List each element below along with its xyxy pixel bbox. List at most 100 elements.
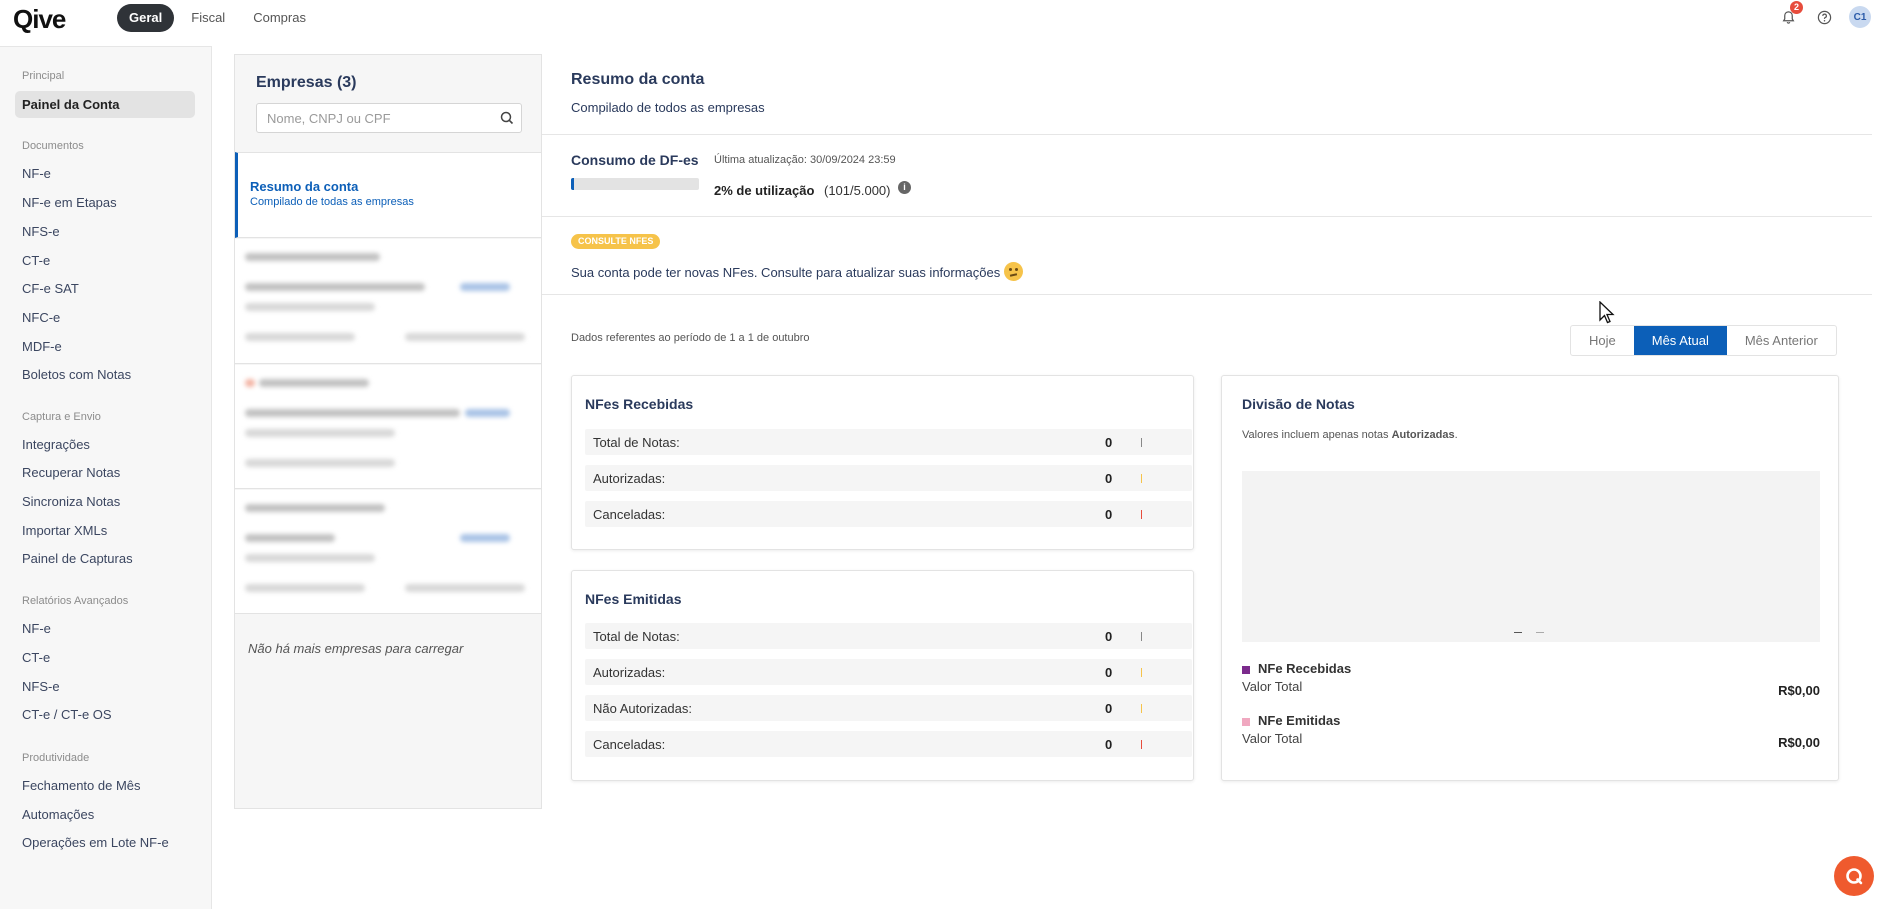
emitted-card: NFes Emitidas Total de Notas: 0 Autoriza… (571, 570, 1194, 781)
row-indicator (1141, 740, 1142, 749)
sidebar-item-rel-nfse[interactable]: NFS-e (15, 673, 195, 700)
sidebar-item-recuperar-notas[interactable]: Recuperar Notas (15, 459, 195, 486)
tab-fiscal[interactable]: Fiscal (180, 4, 236, 32)
company-item-title: Resumo da conta (250, 179, 359, 194)
divider (542, 134, 1872, 135)
sidebar-item-fechamento-mes[interactable]: Fechamento de Mês (15, 772, 195, 799)
chat-button[interactable] (1834, 856, 1874, 896)
sidebar-section-title: Principal (22, 70, 65, 82)
legend-value-received: R$0,00 (1778, 683, 1820, 698)
sidebar-item-integracoes[interactable]: Integrações (15, 431, 195, 458)
usage-count: (101/5.000) (824, 183, 891, 198)
sidebar-item-cte[interactable]: CT-e (15, 247, 195, 274)
sidebar-section-title: Captura e Envio (22, 411, 101, 423)
bell-icon[interactable]: 2 (1777, 1, 1803, 28)
chart-dash (1514, 632, 1522, 633)
consult-nfes-tag[interactable]: CONSULTE NFES (571, 234, 661, 249)
notification-badge: 2 (1790, 1, 1803, 14)
division-subtitle-bold: Autorizadas (1391, 429, 1455, 441)
row-value: 0 (1105, 665, 1113, 680)
emitted-row-authorized: Autorizadas: 0 (585, 659, 1192, 685)
usage-progress-bar (571, 178, 699, 190)
consult-message-text: Sua conta pode ter novas NFes. Consulte … (571, 265, 1001, 280)
period-tab-mes-anterior[interactable]: Mês Anterior (1727, 326, 1836, 355)
top-tabs: Geral Fiscal Compras (117, 4, 317, 32)
legend-value-emitted: R$0,00 (1778, 735, 1820, 750)
sidebar-item-painel-capturas[interactable]: Painel de Capturas (15, 545, 195, 572)
received-row-canceled: Canceladas: 0 (585, 501, 1192, 527)
legend-name-emitted: NFe Emitidas (1258, 713, 1341, 728)
sidebar-item-automacoes[interactable]: Automações (15, 801, 195, 828)
tab-geral[interactable]: Geral (117, 4, 175, 32)
received-card: NFes Recebidas Total de Notas: 0 Autoriz… (571, 375, 1194, 550)
page-subtitle: Compilado de todos as empresas (571, 100, 765, 115)
user-avatar[interactable]: C1 (1849, 6, 1871, 28)
sidebar-item-rel-cte-os[interactable]: CT-e / CT-e OS (15, 701, 195, 728)
company-item-blurred[interactable] (235, 490, 541, 614)
received-title: NFes Recebidas (585, 396, 694, 412)
row-indicator (1141, 668, 1142, 677)
row-value: 0 (1105, 701, 1113, 716)
sidebar-item-cfe-sat[interactable]: CF-e SAT (15, 275, 195, 302)
sidebar-section-title: Produtividade (22, 752, 90, 764)
company-item-subtitle: Compilado de todas as empresas (250, 196, 414, 208)
legend-swatch-received (1242, 666, 1250, 674)
sidebar-item-rel-cte[interactable]: CT-e (15, 644, 195, 671)
row-label: Canceladas: (593, 507, 666, 522)
sidebar-item-nfse[interactable]: NFS-e (15, 218, 195, 245)
sidebar-item-mdfe[interactable]: MDF-e (15, 333, 195, 360)
period-tab-hoje[interactable]: Hoje (1571, 326, 1634, 355)
sidebar-item-importar-xmls[interactable]: Importar XMLs (15, 517, 195, 544)
info-icon[interactable]: i (898, 181, 911, 194)
main-content: Resumo da conta Compilado de todos as em… (542, 54, 1872, 834)
tab-compras[interactable]: Compras (242, 4, 317, 32)
chat-icon (1846, 868, 1863, 885)
sidebar-item-operacoes-lote[interactable]: Operações em Lote NF-e (15, 829, 195, 856)
received-row-total: Total de Notas: 0 (585, 429, 1192, 455)
received-row-authorized: Autorizadas: 0 (585, 465, 1192, 491)
period-tab-mes-atual[interactable]: Mês Atual (1633, 326, 1727, 355)
sidebar-item-nfe[interactable]: NF-e (15, 160, 195, 187)
row-label: Total de Notas: (593, 435, 680, 450)
consult-message: Sua conta pode ter novas NFes. Consulte … (571, 262, 1024, 281)
division-chart-area (1242, 471, 1820, 642)
row-indicator (1141, 438, 1142, 447)
sidebar-item-boletos[interactable]: Boletos com Notas (15, 361, 195, 388)
sidebar-item-nfe-etapas[interactable]: NF-e em Etapas (15, 189, 195, 216)
legend-label-received: Valor Total (1242, 679, 1303, 694)
row-label: Autorizadas: (593, 471, 666, 486)
legend-label-emitted: Valor Total (1242, 731, 1303, 746)
chart-dash (1536, 632, 1544, 633)
division-subtitle-end: . (1454, 429, 1458, 441)
row-value: 0 (1105, 507, 1113, 522)
sidebar-item-sincroniza-notas[interactable]: Sincroniza Notas (15, 488, 195, 515)
help-icon[interactable] (1813, 6, 1835, 28)
page-title: Resumo da conta (571, 71, 705, 88)
company-item-summary[interactable]: Resumo da conta Compilado de todas as em… (235, 152, 541, 238)
companies-title: Empresas (3) (256, 74, 357, 91)
search-icon[interactable] (500, 111, 514, 130)
divider (542, 216, 1872, 217)
row-indicator (1141, 474, 1142, 483)
division-title: Divisão de Notas (1242, 396, 1355, 412)
top-bar: Qive Geral Fiscal Compras 2 C1 (0, 0, 1893, 34)
company-item-blurred[interactable] (235, 239, 541, 364)
companies-end-message: Não há mais empresas para carregar (248, 641, 464, 656)
last-update: Última atualização: 30/09/2024 23:59 (714, 154, 896, 166)
company-item-blurred[interactable] (235, 365, 541, 489)
sidebar-item-rel-nfe[interactable]: NF-e (15, 615, 195, 642)
thinking-emoji-icon (1004, 262, 1024, 281)
division-card: Divisão de Notas Valores incluem apenas … (1221, 375, 1839, 781)
emitted-title: NFes Emitidas (585, 591, 682, 607)
legend-swatch-emitted (1242, 718, 1250, 726)
sidebar-item-painel-da-conta[interactable]: Painel da Conta (15, 91, 195, 118)
row-value: 0 (1105, 471, 1113, 486)
legend-name-received: NFe Recebidas (1258, 661, 1352, 676)
qive-logo[interactable]: Qive (13, 4, 66, 35)
sidebar-item-nfce[interactable]: NFC-e (15, 304, 195, 331)
emitted-row-not-authorized: Não Autorizadas: 0 (585, 695, 1192, 721)
emitted-row-canceled: Canceladas: 0 (585, 731, 1192, 757)
company-search-input[interactable] (257, 104, 487, 132)
top-icons: 2 C1 (1777, 1, 1871, 28)
division-subtitle-text: Valores incluem apenas notas (1242, 429, 1392, 441)
